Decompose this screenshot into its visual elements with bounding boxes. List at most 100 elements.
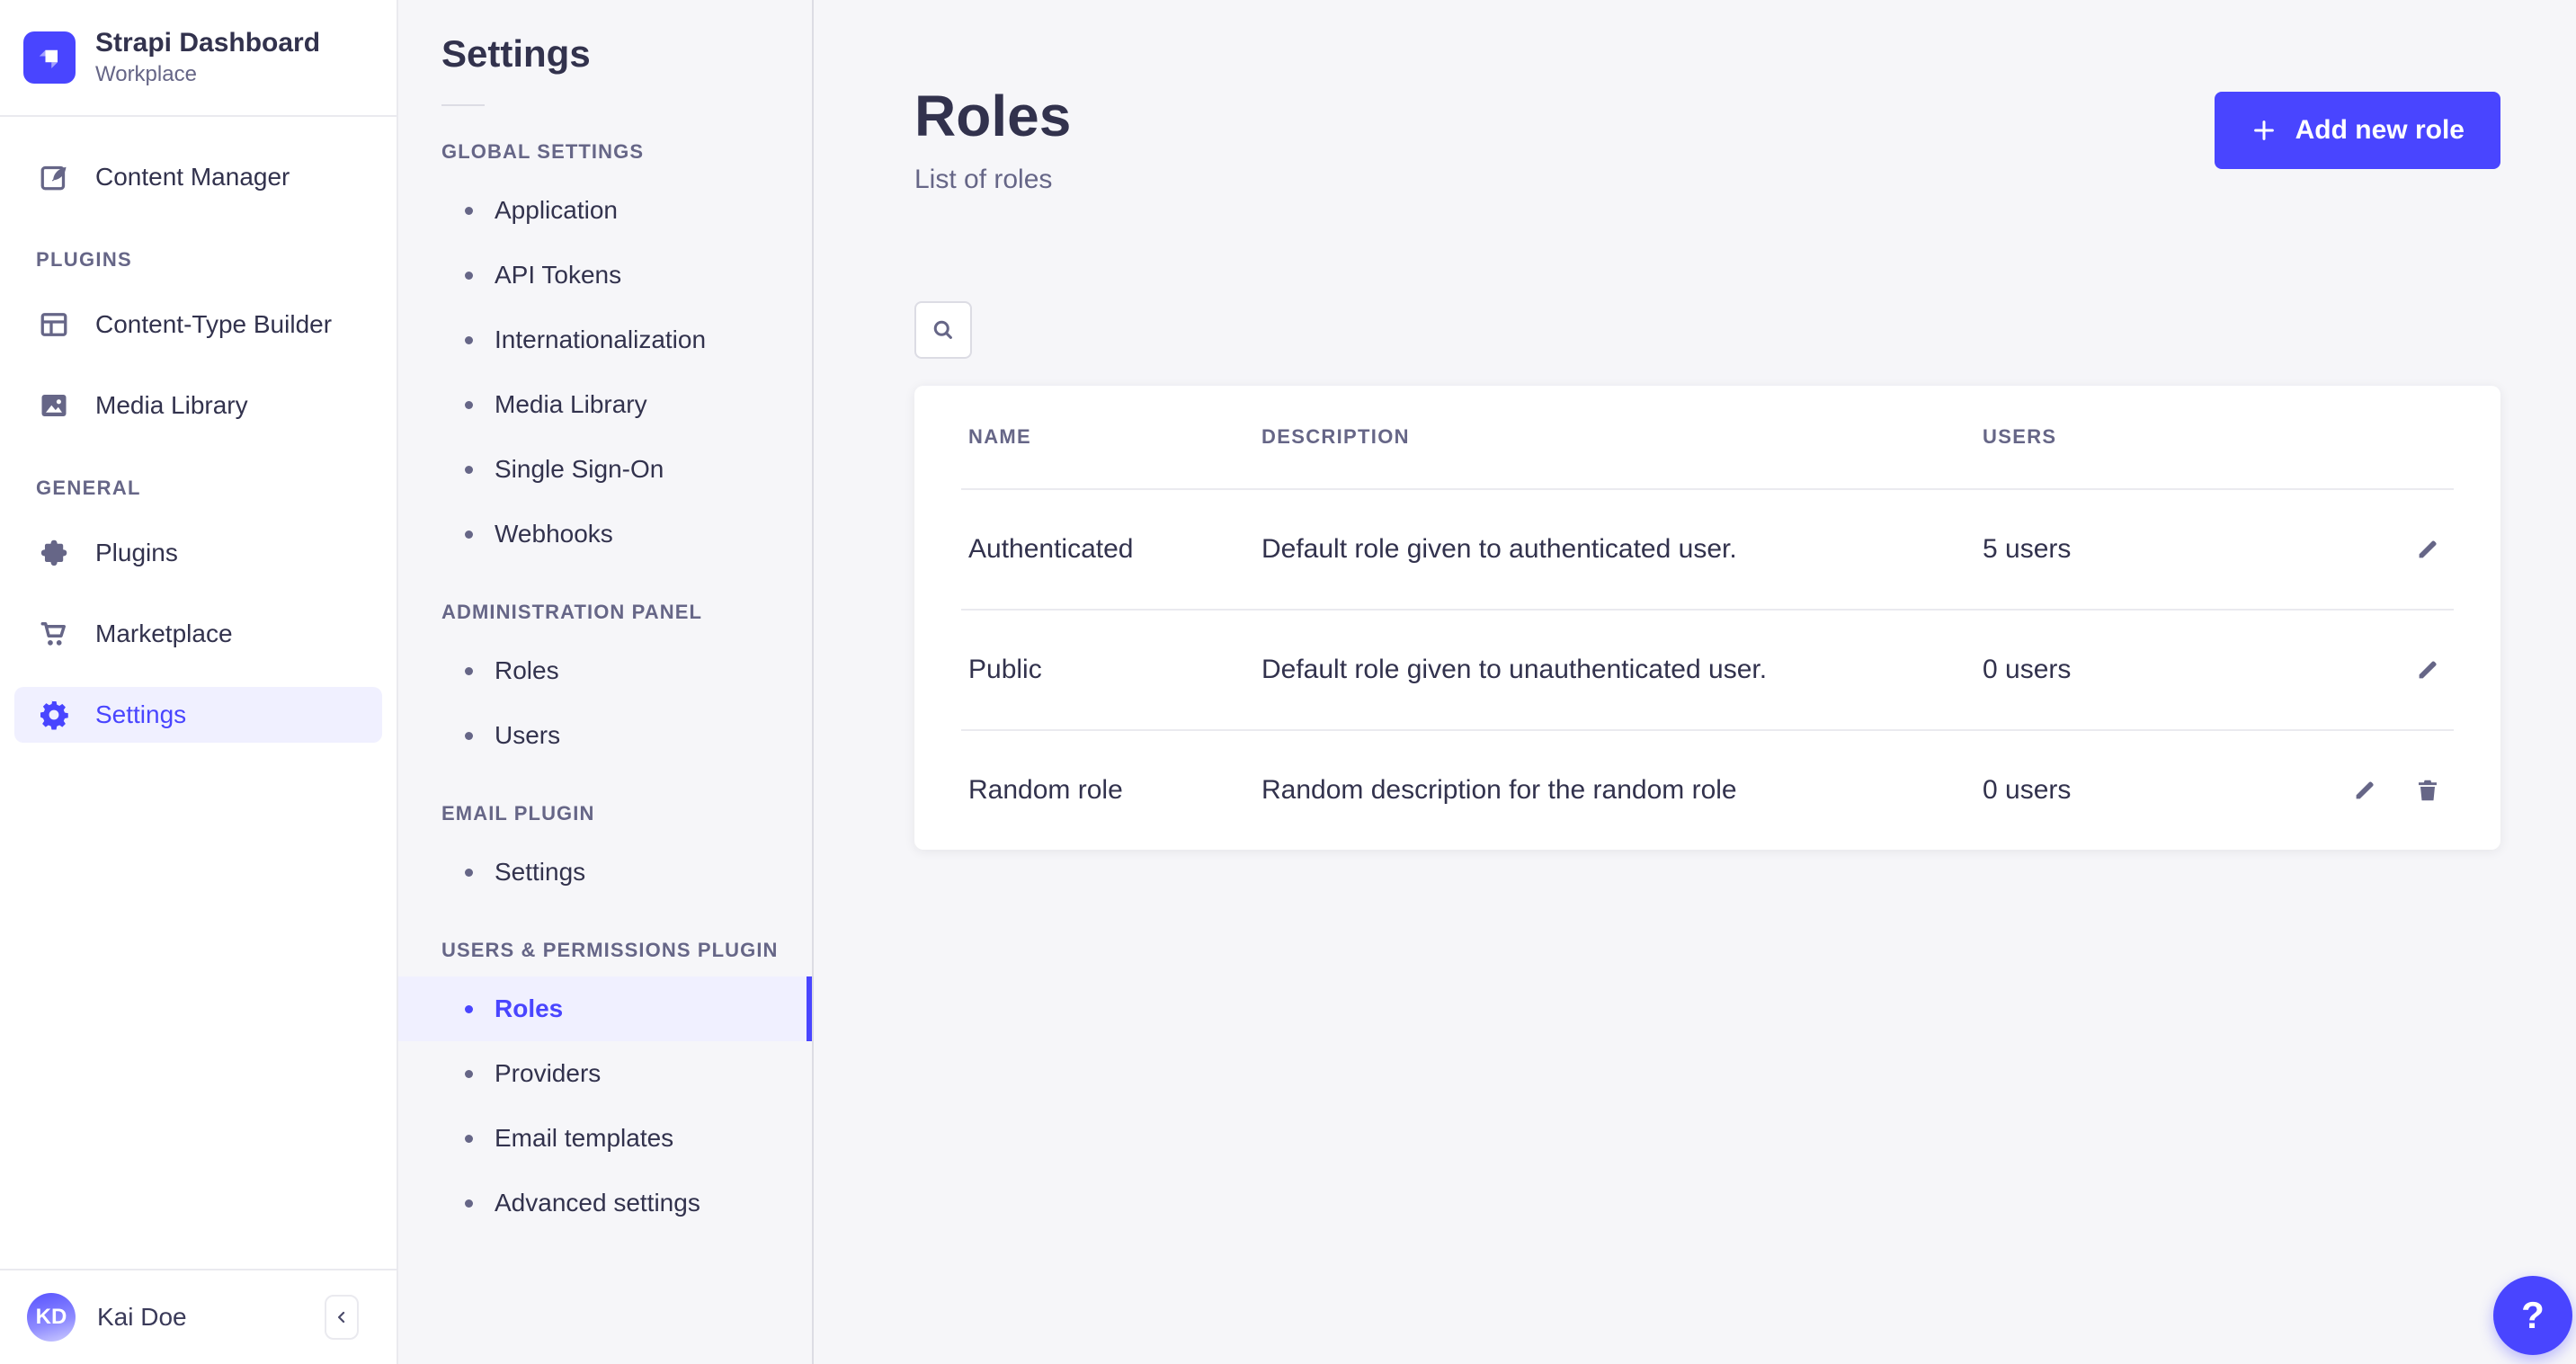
- subnav-item-label: Media Library: [495, 390, 647, 419]
- main-content: Roles List of roles Add new role NAME DE…: [814, 0, 2576, 1364]
- sidebar-item-label: Content-Type Builder: [95, 310, 332, 339]
- sidebar-item-settings[interactable]: Settings: [14, 687, 382, 743]
- help-button[interactable]: ?: [2493, 1276, 2572, 1355]
- subnav-item-label: Roles: [495, 656, 559, 685]
- subnav-item-webhooks[interactable]: Webhooks: [398, 502, 812, 566]
- subnav-item-label: Users: [495, 721, 560, 750]
- user-name: Kai Doe: [97, 1303, 187, 1332]
- sidebar-item-media-library[interactable]: Media Library: [14, 378, 382, 433]
- settings-gear-icon: [38, 699, 70, 731]
- table-row-public[interactable]: Public Default role given to unauthentic…: [914, 611, 2500, 729]
- marketplace-icon: [38, 618, 70, 650]
- table-row-random-role[interactable]: Random role Random description for the r…: [914, 731, 2500, 850]
- page-title-block: Roles List of roles: [914, 86, 1071, 195]
- app-title: Strapi Dashboard: [95, 28, 320, 59]
- add-new-role-button[interactable]: Add new role: [2215, 92, 2500, 169]
- delete-role-button[interactable]: [2409, 771, 2447, 809]
- settings-subnav: Settings GLOBAL SETTINGS Application API…: [398, 0, 814, 1364]
- subnav-item-single-sign-on[interactable]: Single Sign-On: [398, 437, 812, 502]
- subnav-item-label: Settings: [495, 858, 585, 887]
- sidebar-item-plugins[interactable]: Plugins: [14, 525, 382, 581]
- bullet-icon: [465, 466, 473, 474]
- brand-header: Strapi Dashboard Workplace: [0, 0, 397, 117]
- bullet-icon: [465, 1070, 473, 1078]
- role-description: Default role given to unauthenticated us…: [1261, 655, 1983, 685]
- role-description: Default role given to authenticated user…: [1261, 534, 1983, 565]
- bullet-icon: [465, 1005, 473, 1013]
- page-title: Roles: [914, 86, 1071, 147]
- media-library-icon: [38, 389, 70, 422]
- search-icon: [931, 317, 956, 343]
- role-name: Random role: [968, 775, 1261, 806]
- bullet-icon: [465, 336, 473, 344]
- subnav-item-admin-users[interactable]: Users: [398, 703, 812, 768]
- sidebar-item-label: Settings: [95, 700, 186, 729]
- avatar: KD: [27, 1293, 76, 1342]
- edit-role-button[interactable]: [2409, 651, 2447, 689]
- subnav-item-api-tokens[interactable]: API Tokens: [398, 243, 812, 308]
- column-header-name: NAME: [968, 425, 1261, 449]
- subnav-item-media-library[interactable]: Media Library: [398, 372, 812, 437]
- subnav-item-email-templates[interactable]: Email templates: [398, 1106, 812, 1171]
- subnav-item-internationalization[interactable]: Internationalization: [398, 308, 812, 372]
- role-name: Public: [968, 655, 1261, 685]
- column-header-users: USERS: [1983, 425, 2252, 449]
- column-header-description: DESCRIPTION: [1261, 425, 1983, 449]
- sidebar-item-content-manager[interactable]: Content Manager: [14, 149, 382, 205]
- subnav-item-admin-roles[interactable]: Roles: [398, 638, 812, 703]
- page-header: Roles List of roles Add new role: [914, 86, 2500, 195]
- plus-icon: [2251, 117, 2277, 144]
- page-subtitle: List of roles: [914, 165, 1071, 195]
- subnav-section-administration-panel: ADMINISTRATION PANEL: [441, 601, 812, 624]
- sidebar-section-general: GENERAL: [36, 477, 397, 500]
- sidebar-item-content-type-builder[interactable]: Content-Type Builder: [14, 297, 382, 352]
- edit-role-button[interactable]: [2346, 771, 2384, 809]
- subnav-item-email-settings[interactable]: Settings: [398, 840, 812, 905]
- user-profile[interactable]: KD Kai Doe: [0, 1269, 397, 1364]
- subnav-item-label: Single Sign-On: [495, 455, 664, 484]
- workspace-name: Workplace: [95, 62, 320, 87]
- role-users-count: 0 users: [1983, 655, 2252, 685]
- edit-icon: [2414, 656, 2441, 683]
- table-row-authenticated[interactable]: Authenticated Default role given to auth…: [914, 490, 2500, 609]
- sidebar-item-label: Content Manager: [95, 163, 290, 192]
- role-description: Random description for the random role: [1261, 775, 1983, 806]
- subnav-item-label: Email templates: [495, 1124, 673, 1153]
- bullet-icon: [465, 1135, 473, 1143]
- subnav-section-users-permissions-plugin: USERS & PERMISSIONS PLUGIN: [441, 939, 812, 962]
- bullet-icon: [465, 732, 473, 740]
- role-users-count: 5 users: [1983, 534, 2252, 565]
- subnav-title: Settings: [441, 32, 812, 76]
- subnav-item-label: Webhooks: [495, 520, 613, 548]
- roles-table: NAME DESCRIPTION USERS Authenticated Def…: [914, 386, 2500, 850]
- subnav-item-label: Internationalization: [495, 325, 706, 354]
- subnav-item-advanced-settings[interactable]: Advanced settings: [398, 1171, 812, 1235]
- role-name: Authenticated: [968, 534, 1261, 565]
- subnav-item-application[interactable]: Application: [398, 178, 812, 243]
- bullet-icon: [465, 1199, 473, 1208]
- subnav-item-label: Roles: [495, 994, 563, 1023]
- edit-role-button[interactable]: [2409, 530, 2447, 568]
- search-button[interactable]: [914, 301, 972, 359]
- sidebar-item-label: Plugins: [95, 539, 178, 567]
- row-actions: [2252, 771, 2447, 809]
- trash-icon: [2414, 777, 2441, 804]
- collapse-sidebar-button[interactable]: [325, 1295, 359, 1340]
- subnav-item-label: Application: [495, 196, 618, 225]
- subnav-item-label: Advanced settings: [495, 1189, 700, 1217]
- edit-icon: [2351, 777, 2378, 804]
- bullet-icon: [465, 401, 473, 409]
- divider: [441, 104, 485, 106]
- sidebar-item-marketplace[interactable]: Marketplace: [14, 606, 382, 662]
- subnav-item-label: API Tokens: [495, 261, 621, 290]
- plugins-icon: [38, 537, 70, 569]
- subnav-section-global-settings: GLOBAL SETTINGS: [441, 140, 812, 164]
- row-actions: [2252, 530, 2447, 568]
- subnav-item-providers[interactable]: Providers: [398, 1041, 812, 1106]
- sidebar-item-label: Marketplace: [95, 620, 233, 648]
- sidebar-nav: Content Manager PLUGINS Content-Type Bui…: [0, 117, 397, 1269]
- subnav-item-up-roles[interactable]: Roles: [398, 976, 812, 1041]
- row-actions: [2252, 651, 2447, 689]
- bullet-icon: [465, 869, 473, 877]
- add-new-role-label: Add new role: [2295, 115, 2465, 146]
